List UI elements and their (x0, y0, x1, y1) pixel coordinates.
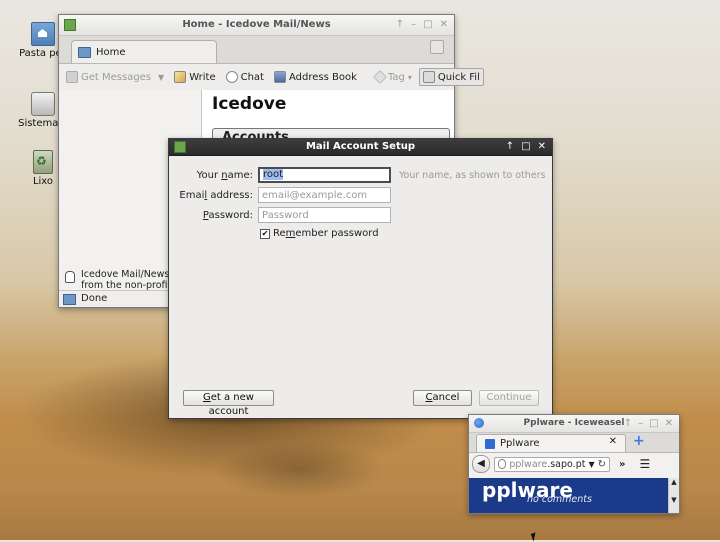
online-status-icon[interactable] (63, 294, 76, 305)
write-icon (174, 71, 187, 83)
drive-icon (31, 92, 55, 116)
email-field[interactable] (258, 187, 391, 203)
tag-icon (372, 69, 387, 85)
url-domain: .sapo.pt (547, 458, 586, 470)
name-row: Your name: root Your name, as shown to o… (169, 167, 552, 187)
hamburger-menu-icon[interactable]: ☰ (639, 458, 650, 470)
dialog-title: Mail Account Setup (305, 141, 416, 152)
home-folder-icon (31, 22, 55, 46)
quick-filter-label: Quick Fil (437, 71, 480, 83)
cancel-button[interactable]: Cancel (413, 390, 472, 406)
chevron-down-icon: ▾ (407, 72, 412, 82)
get-messages-button[interactable]: Get Messages ▼ (63, 69, 167, 85)
keep-above-icon[interactable]: ↑ (396, 15, 404, 35)
window-title: Home - Icedove Mail/News (182, 19, 331, 30)
close-icon[interactable]: ✕ (665, 415, 673, 432)
name-hint: Your name, as shown to others (399, 170, 546, 181)
chevron-down-icon[interactable]: ▼ (588, 460, 594, 469)
tab-label: Pplware (500, 438, 540, 449)
mouse-cursor-icon (530, 532, 539, 542)
scrollbar[interactable]: ▲ ▼ (668, 478, 679, 513)
address-book-icon (273, 71, 286, 83)
write-label: Write (189, 71, 216, 83)
url-bar[interactable]: pplware .sapo.pt ▼ ↻ (494, 456, 610, 472)
address-book-button[interactable]: Address Book (271, 69, 360, 85)
iceweasel-titlebar[interactable]: Pplware - Iceweasel ↑ – □ ✕ (469, 415, 679, 433)
tab-strip: Home (59, 36, 454, 64)
navigation-bar: ◀ pplware .sapo.pt ▼ ↻ » ☰ (469, 453, 679, 475)
icedove-titlebar[interactable]: Home - Icedove Mail/News ↑ – □ ✕ (59, 15, 454, 36)
chat-label: Chat (240, 71, 264, 83)
keep-above-icon[interactable]: ↑ (624, 415, 632, 432)
trash-icon (33, 150, 53, 174)
dialog-app-icon (174, 141, 186, 153)
quick-filter-icon (422, 71, 435, 83)
keep-above-icon[interactable]: ↑ (506, 139, 514, 155)
password-label: Password: (202, 210, 253, 221)
page-title: Icedove (212, 94, 287, 114)
tag-label: Tag (387, 71, 405, 83)
browser-tab-strip: Pplware ✕ + (469, 433, 679, 453)
write-button[interactable]: Write (171, 69, 218, 85)
globe-icon (498, 459, 507, 469)
dialog-titlebar[interactable]: Mail Account Setup ↑ □ ✕ (169, 139, 552, 156)
logo-subtitle: no comments (527, 494, 592, 505)
minimize-icon[interactable]: – (638, 415, 643, 432)
maximize-icon[interactable]: □ (521, 139, 530, 155)
maximize-icon[interactable]: □ (649, 415, 658, 432)
minimize-icon[interactable]: – (411, 15, 416, 35)
email-row: Email address: (169, 187, 552, 207)
close-icon[interactable]: ✕ (538, 139, 546, 155)
tag-button[interactable]: Tag ▾ (372, 69, 415, 85)
home-tab-icon (78, 46, 91, 58)
get-messages-icon (66, 71, 78, 83)
tab-label: Home (96, 46, 126, 58)
name-label: Your name: (196, 170, 253, 181)
get-messages-label: Get Messages (81, 71, 152, 83)
quick-filter-button[interactable]: Quick Fil (418, 68, 484, 86)
window-title: Pplware - Iceweasel (523, 418, 625, 428)
maximize-icon[interactable]: □ (423, 15, 432, 35)
mail-account-setup-dialog: Mail Account Setup ↑ □ ✕ Your name: root… (168, 138, 553, 419)
tab-list-button[interactable] (430, 40, 444, 54)
remember-password-checkbox[interactable]: ✔ Remember password (260, 228, 379, 239)
icedove-app-icon (64, 19, 76, 31)
tab-close-icon[interactable]: ✕ (609, 436, 617, 447)
tab-pplware[interactable]: Pplware ✕ (476, 434, 626, 452)
webpage-content[interactable]: pplware no comments (469, 478, 669, 513)
lightbulb-icon (65, 271, 75, 283)
iceweasel-app-icon (474, 418, 484, 428)
new-tab-icon[interactable]: + (633, 433, 645, 449)
status-text: Done (81, 293, 108, 304)
overflow-chevron-icon[interactable]: » (619, 459, 625, 470)
reload-icon[interactable]: ↻ (598, 459, 606, 470)
remember-label: Remember password (273, 228, 379, 239)
password-row: Password: (169, 207, 552, 227)
password-field[interactable] (258, 207, 391, 223)
iceweasel-window: Pplware - Iceweasel ↑ – □ ✕ Pplware ✕ + … (468, 414, 680, 514)
checkbox-checked-icon[interactable]: ✔ (260, 228, 270, 239)
address-book-label: Address Book (288, 71, 357, 83)
close-icon[interactable]: ✕ (440, 15, 448, 35)
url-host: pplware (509, 458, 548, 470)
pplware-favicon-icon (485, 438, 495, 449)
tab-home[interactable]: Home (71, 40, 217, 63)
email-label: Email address: (179, 190, 253, 201)
chat-button[interactable]: Chat (223, 69, 267, 85)
chat-icon (225, 71, 238, 83)
get-new-account-button[interactable]: Get a new account (183, 390, 274, 417)
chevron-down-icon[interactable]: ▼ (158, 73, 164, 82)
mail-toolbar: Get Messages ▼ Write Chat Address Book T… (59, 64, 484, 91)
back-arrow-icon[interactable]: ◀ (472, 455, 490, 473)
continue-button[interactable]: Continue (479, 390, 539, 406)
name-field[interactable]: root (258, 167, 391, 183)
name-value: root (263, 169, 284, 180)
